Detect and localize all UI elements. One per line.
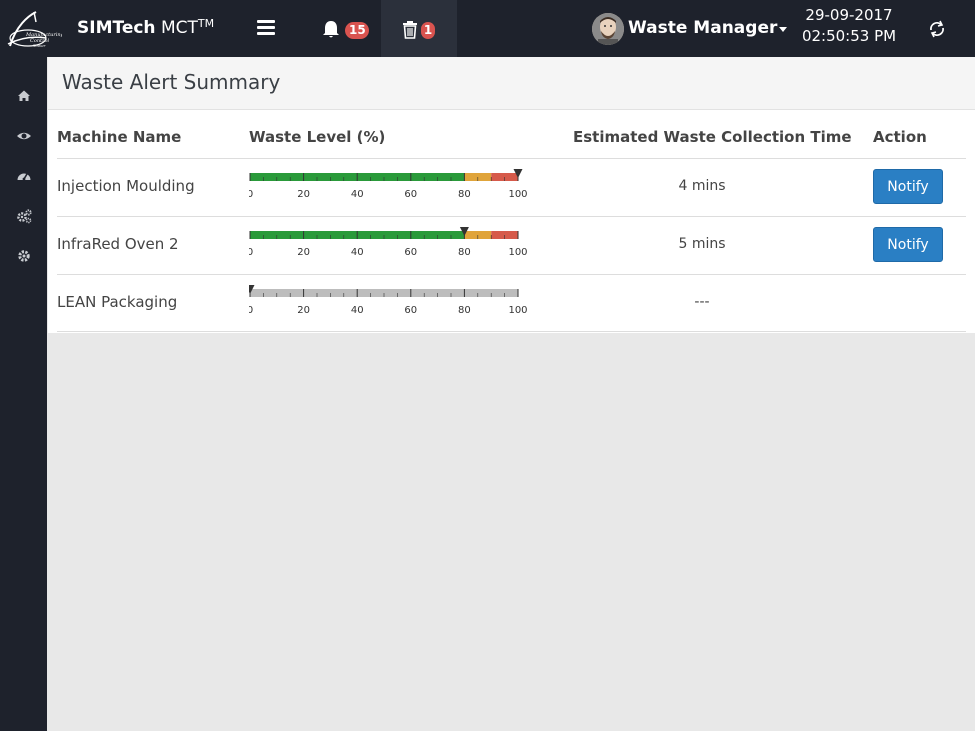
waste-alerts-button[interactable]: 1 (381, 0, 457, 57)
gauge-tick-label: 40 (351, 189, 364, 200)
waste-level-gauge: 0 20 40 60 80 100 (249, 227, 528, 258)
collection-time: --- (694, 294, 710, 310)
user-name: Waste Manager (628, 18, 778, 38)
sidebar-item-configuration[interactable] (14, 206, 34, 226)
notify-button[interactable]: Notify (873, 227, 943, 262)
cogs-icon (17, 209, 32, 224)
gauge-tick-label: 0 (249, 189, 253, 200)
gauge-tick-label: 0 (249, 305, 253, 316)
gauge-tick-label: 40 (351, 247, 364, 258)
date-time-display: 29-09-2017 02:50:53 PM (795, 5, 903, 47)
home-icon (18, 90, 30, 101)
machine-name: InfraRed Oven 2 (57, 235, 179, 253)
sidebar-item-view[interactable] (14, 126, 34, 146)
gear-icon (18, 250, 30, 262)
gauge-tick-label: 20 (297, 247, 310, 258)
collection-time: 4 mins (678, 178, 726, 194)
machine-name: Injection Moulding (57, 177, 195, 195)
gauge-tick-label: 80 (458, 305, 471, 316)
waste-count-badge: 1 (421, 22, 435, 39)
current-date: 29-09-2017 (805, 6, 893, 24)
collection-time: 5 mins (678, 236, 726, 252)
hamburger-icon (257, 20, 275, 23)
page-title: Waste Alert Summary (62, 70, 281, 94)
chevron-down-icon (779, 27, 787, 32)
column-header-waste-level: Waste Level (%) (249, 128, 386, 146)
sidebar-item-dashboard[interactable] (14, 166, 34, 186)
waste-level-gauge: 0 20 40 60 80 100 (249, 285, 528, 316)
gauge-tick-label: 80 (458, 247, 471, 258)
sidebar (0, 57, 47, 731)
current-time: 02:50:53 PM (801, 27, 897, 45)
machine-name: LEAN Packaging (57, 293, 178, 311)
brand-trademark: TM (197, 17, 215, 30)
gauge-tick-label: 100 (508, 247, 527, 258)
menu-toggle-button[interactable] (257, 20, 275, 36)
gauge-tick-label: 40 (351, 305, 364, 316)
refresh-button[interactable] (926, 18, 948, 40)
brand-title: SIMTech MCTTM (77, 17, 214, 38)
svg-text:Tower: Tower (33, 43, 47, 48)
gauge-tick-label: 100 (508, 305, 527, 316)
notification-count-badge: 15 (345, 22, 369, 39)
table-row: LEAN Packaging 0 20 40 60 80 100 --- (57, 274, 966, 332)
brand-name: SIMTech (77, 18, 156, 38)
gauge-tick-label: 20 (297, 189, 310, 200)
table-row: InfraRed Oven 2 0 20 40 60 80 100 5 mins Notify (57, 216, 966, 274)
gauge-tick-label: 60 (404, 189, 417, 200)
gauge-tick-label: 60 (404, 247, 417, 258)
refresh-icon (930, 20, 944, 38)
gauge-tick-label: 0 (249, 247, 253, 258)
sidebar-item-settings[interactable] (14, 246, 34, 266)
hamburger-icon-line (257, 32, 275, 35)
main-content: Waste Alert Summary Machine Name Waste L… (48, 57, 975, 333)
column-header-collection-time: Estimated Waste Collection Time (573, 128, 852, 146)
table-row: Injection Moulding 0 20 40 60 80 100 4 mins Noti… (57, 158, 966, 216)
gauge-tick-label: 100 (508, 189, 527, 200)
gauge-tick-label: 80 (458, 189, 471, 200)
avatar (592, 13, 624, 45)
top-navbar: Manufacturing Control Tower SIMTech MCTT… (0, 0, 975, 57)
company-logo: Manufacturing Control Tower (7, 11, 62, 48)
notify-button[interactable]: Notify (873, 169, 943, 204)
column-header-machine-name: Machine Name (57, 128, 182, 146)
dashboard-gauge-icon (17, 173, 31, 181)
waste-level-gauge: 0 20 40 60 80 100 (249, 169, 528, 200)
page-header: Waste Alert Summary (48, 57, 975, 110)
gauge-tick-label: 60 (404, 305, 417, 316)
column-header-action: Action (873, 128, 927, 146)
notifications-button[interactable]: 15 (322, 17, 372, 43)
bell-icon (323, 21, 339, 38)
gauge-tick-label: 20 (297, 305, 310, 316)
sidebar-item-home[interactable] (14, 86, 34, 106)
user-avatar-image (592, 13, 624, 45)
eye-icon (17, 132, 31, 140)
trash-icon (403, 21, 417, 39)
hamburger-icon-line (257, 26, 275, 29)
brand-suffix: MCT (160, 18, 198, 38)
